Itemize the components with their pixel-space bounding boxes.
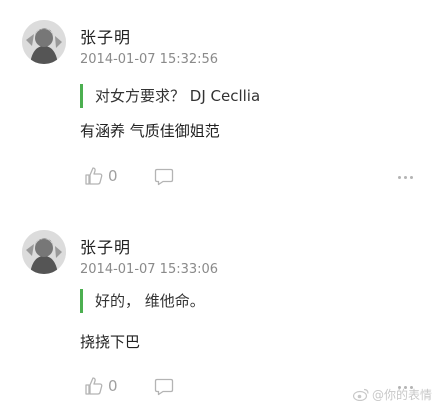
thumbs-up-icon	[85, 167, 103, 185]
like-button[interactable]: 0	[84, 166, 118, 186]
quoted-text: 对女方要求？ DJ Cecllia	[80, 84, 260, 108]
comment-button[interactable]	[154, 378, 174, 396]
avatar[interactable]	[22, 230, 66, 274]
username[interactable]: 张子明	[80, 234, 131, 258]
reply-text: 挠挠下巴	[80, 333, 141, 351]
comment-icon	[154, 168, 174, 186]
username[interactable]: 张子明	[80, 24, 131, 48]
comment-icon	[154, 378, 174, 396]
like-button[interactable]: 0	[84, 376, 118, 396]
comment-item: 张子明 2014-01-07 15:33:06 好的， 维他命。 挠挠下巴 0	[0, 205, 440, 409]
comment-item: 张子明 2014-01-07 15:32:56 对女方要求？ DJ Ceclli…	[0, 0, 440, 205]
quoted-text: 好的， 维他命。	[80, 289, 205, 313]
avatar[interactable]	[22, 20, 66, 64]
timestamp: 2014-01-07 15:32:56	[80, 52, 219, 67]
timestamp: 2014-01-07 15:33:06	[80, 262, 219, 277]
more-dot	[410, 176, 413, 179]
like-count: 0	[108, 377, 118, 395]
watermark-text: @你的表情	[371, 388, 432, 402]
more-dot	[404, 176, 407, 179]
reply-text: 有涵养 气质佳御姐范	[80, 122, 220, 140]
weibo-logo	[352, 388, 369, 401]
more-dot	[398, 176, 401, 179]
comment-button[interactable]	[154, 168, 174, 186]
like-count: 0	[108, 167, 118, 185]
more-icon[interactable]	[398, 176, 413, 179]
thumbs-up-icon	[85, 377, 103, 395]
watermark: @你的表情	[352, 386, 432, 403]
